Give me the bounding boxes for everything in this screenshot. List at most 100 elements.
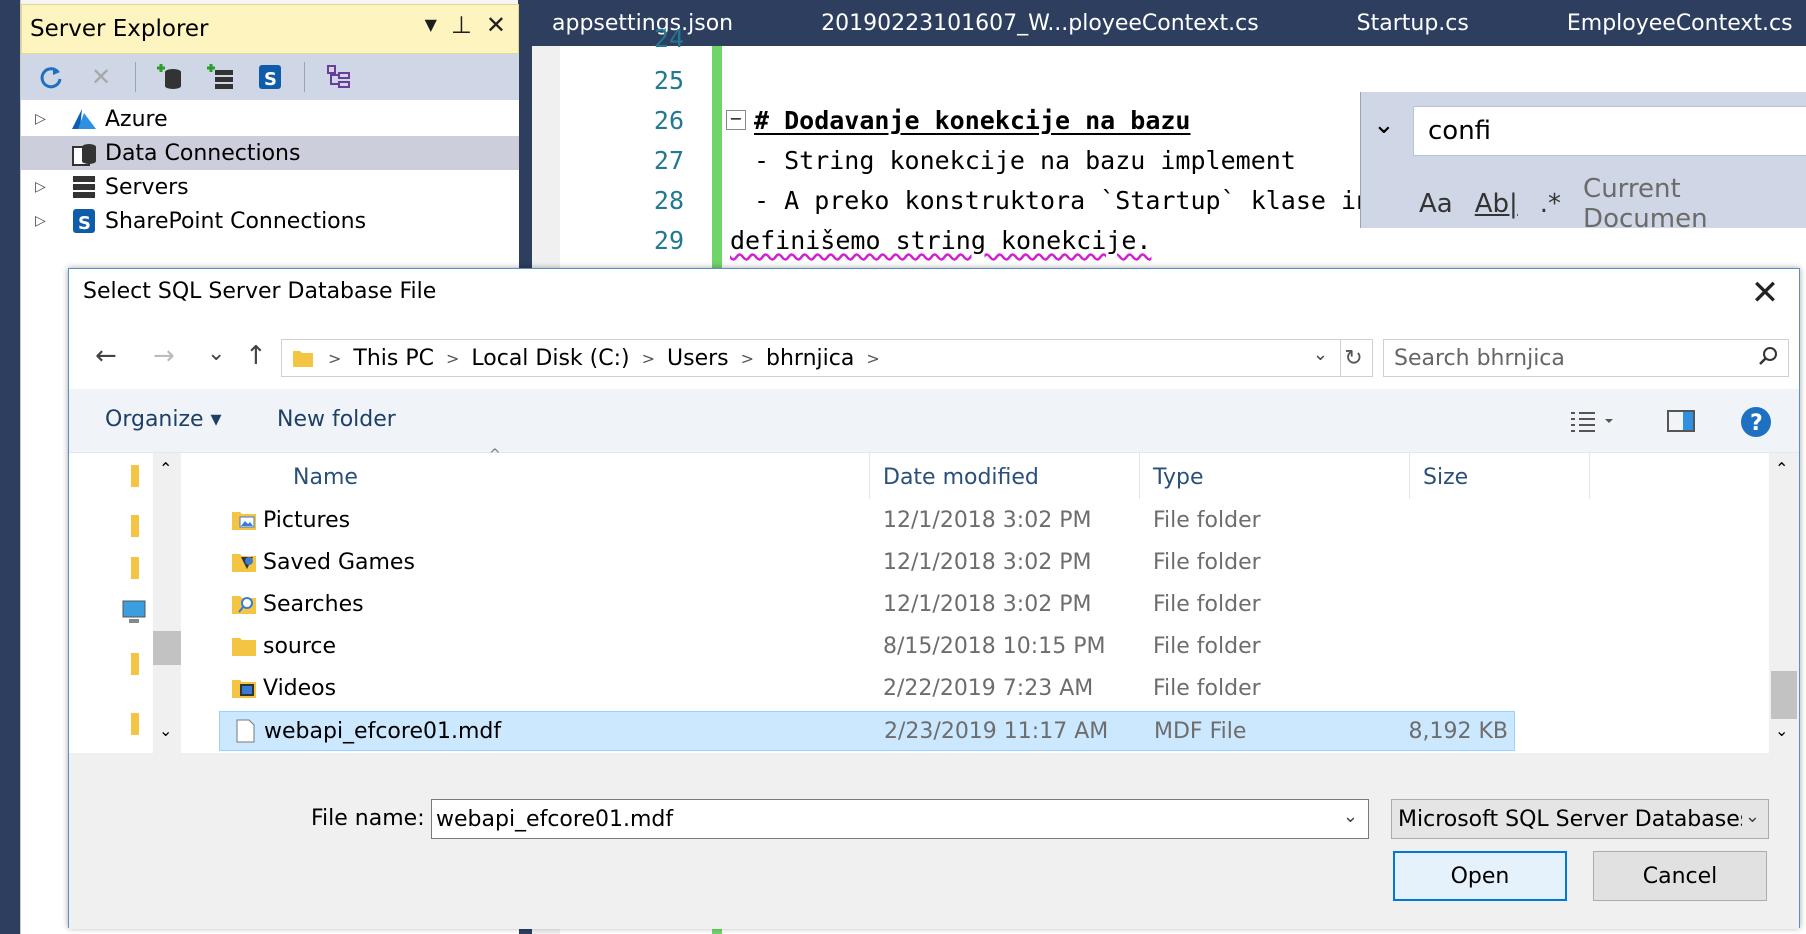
file-name: Searches [263,592,364,617]
scroll-down-icon[interactable]: ⌄ [1775,721,1788,740]
dialog-footer [69,753,1799,929]
tree-node-label: Servers [105,174,189,200]
address-bar[interactable]: > This PC > Local Disk (C:) > Users > bh… [281,339,1341,377]
refresh-icon[interactable]: ↻ [1335,339,1373,377]
scroll-down-icon[interactable]: ⌄ [159,721,172,740]
scroll-thumb[interactable] [1771,671,1797,719]
chevron-right-icon[interactable]: > [642,349,655,368]
file-row[interactable]: Videos 2/22/2019 7:23 AM File folder [219,669,1579,709]
file-type-select[interactable]: Microsoft SQL Server Databases ⌄ [1391,799,1769,839]
file-date: 8/15/2018 10:15 PM [883,634,1106,659]
column-date-modified[interactable]: Date modified [883,465,1039,490]
view-options-icon[interactable] [1569,409,1617,439]
expand-arrow-icon[interactable]: ▷ [35,179,59,195]
stop-icon[interactable]: ✕ [85,61,117,93]
line-number: 25 [653,66,684,95]
file-date: 12/1/2018 3:02 PM [883,508,1092,533]
breadcrumb-bhrnjica[interactable]: bhrnjica [766,346,854,371]
scroll-thumb[interactable] [153,631,181,665]
file-row[interactable]: Searches 12/1/2018 3:02 PM File folder [219,585,1579,625]
forward-icon[interactable]: → [153,341,175,371]
tree-node-servers[interactable]: ▷ Servers [21,170,519,204]
videos-folder-icon [232,680,256,698]
chevron-down-icon[interactable]: ⌄ [1343,806,1358,827]
code-line: - String konekcije na bazu implement [754,146,1296,175]
file-type: File folder [1153,676,1261,701]
toolbar-separator [304,62,305,92]
regex-icon[interactable]: .* [1540,189,1561,219]
column-separator[interactable] [869,453,870,499]
connect-server-icon[interactable] [204,61,236,93]
column-name[interactable]: Name [293,465,358,490]
breadcrumb-this-pc[interactable]: This PC [353,346,434,371]
file-name-input[interactable]: webapi_efcore01.mdf ⌄ [431,799,1369,839]
expand-replace-icon[interactable]: ⌄ [1373,110,1395,140]
back-icon[interactable]: ← [95,341,117,371]
toolbar-separator [135,62,136,92]
preview-pane-icon[interactable] [1667,409,1697,439]
column-type[interactable]: Type [1153,465,1204,490]
search-input[interactable]: Search bhrnjica [1383,339,1789,377]
refresh-icon[interactable] [35,61,67,93]
command-bar: Organize ▾ New folder ? [69,389,1799,453]
new-folder-button[interactable]: New folder [277,407,396,432]
sharepoint-icon: S [69,207,99,235]
find-input[interactable]: confi [1413,106,1806,156]
scroll-up-icon[interactable]: ⌃ [1775,459,1788,478]
view-icon[interactable] [323,61,355,93]
tree-node-azure[interactable]: ▷ Azure [21,102,519,136]
navigation-pane-scrollbar[interactable]: ⌃ ⌄ [153,453,181,753]
expand-arrow-icon[interactable]: ▷ [35,213,59,229]
pin-icon[interactable]: ⊥ [451,11,472,39]
file-type: File folder [1153,550,1261,575]
search-scope[interactable]: Current Documen [1583,174,1806,234]
file-date: 2/22/2019 7:23 AM [883,676,1094,701]
file-type: File folder [1153,508,1261,533]
chevron-right-icon[interactable]: > [741,349,754,368]
file-name: Pictures [263,508,351,533]
close-icon[interactable]: ✕ [1745,273,1785,313]
svg-text:S: S [264,69,277,90]
dialog-title: Select SQL Server Database File [83,279,437,304]
tree-node-label: Azure [105,106,168,132]
server-explorer-title-bar: Server Explorer ▼ ⊥ ✕ [21,4,519,54]
tab-startup[interactable]: Startup.cs [1345,11,1481,36]
help-icon[interactable]: ? [1739,405,1773,445]
breadcrumb-users[interactable]: Users [667,346,729,371]
line-number: 28 [653,186,684,215]
column-size[interactable]: Size [1423,465,1468,490]
column-separator[interactable] [1139,453,1140,499]
file-row[interactable]: Pictures 12/1/2018 3:02 PM File folder [219,501,1579,541]
close-icon[interactable]: ✕ [486,11,506,39]
scroll-up-icon[interactable]: ⌃ [159,459,172,478]
expand-arrow-icon[interactable]: ▷ [35,111,59,127]
tree-node-data-connections[interactable]: Data Connections [21,136,519,170]
chevron-down-icon[interactable]: ⌄ [1744,806,1760,827]
tab-migration[interactable]: 20190223101607_W...ployeeContext.cs [809,11,1271,36]
file-row-selected[interactable]: webapi_efcore01.mdf 2/23/2019 11:17 AM M… [219,711,1515,751]
recent-locations-icon[interactable]: ⌄ [207,341,225,366]
chevron-right-icon[interactable]: > [866,349,879,368]
whole-word-icon[interactable]: Ab| [1475,189,1518,219]
panel-dropdown-icon[interactable]: ▼ [425,11,437,39]
file-row[interactable]: Saved Games 12/1/2018 3:02 PM File folde… [219,543,1579,583]
match-case-icon[interactable]: Aa [1419,189,1453,219]
file-row[interactable]: source 8/15/2018 10:15 PM File folder [219,627,1579,667]
tab-employee-context[interactable]: EmployeeContext.cs [1555,11,1805,36]
open-button[interactable]: Open [1393,851,1567,901]
search-icon[interactable] [1758,346,1778,371]
up-icon[interactable]: ↑ [245,341,267,371]
collapse-icon[interactable]: − [726,110,746,130]
find-widget: ⌄ confi Aa Ab| .* Current Documen [1360,92,1806,234]
column-separator[interactable] [1589,453,1590,499]
breadcrumb-local-disk[interactable]: Local Disk (C:) [471,346,629,371]
organize-button[interactable]: Organize ▾ [105,407,222,432]
column-separator[interactable] [1409,453,1410,499]
connect-sharepoint-icon[interactable]: S [254,61,286,93]
address-dropdown-icon[interactable]: ⌄ [1313,344,1328,365]
connect-database-icon[interactable] [154,61,186,93]
chevron-right-icon[interactable]: > [446,349,459,368]
server-explorer-toolbar: ✕ S [21,54,519,100]
tree-node-sharepoint[interactable]: ▷ S SharePoint Connections [21,204,519,238]
cancel-button[interactable]: Cancel [1593,851,1767,901]
